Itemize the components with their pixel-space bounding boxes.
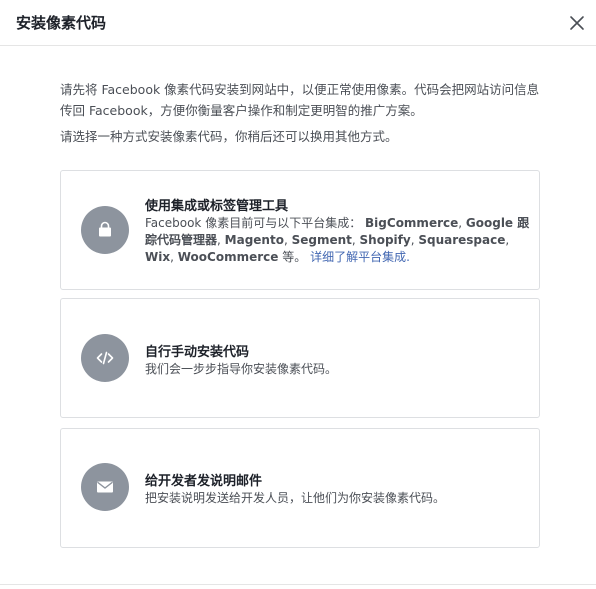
close-icon — [570, 16, 584, 30]
list-separator: , — [505, 233, 510, 247]
envelope-icon — [97, 481, 113, 493]
option-integration[interactable]: 使用集成或标签管理工具 Facebook 像素目前可与以下平台集成： BigCo… — [60, 170, 540, 290]
shopping-bag-icon — [99, 221, 111, 237]
option-icon-circle — [81, 463, 129, 511]
close-button[interactable] — [566, 12, 588, 34]
instruction-text: 请选择一种方式安装像素代码，你稍后还可以换用其他方式。 — [60, 129, 398, 144]
option-desc-prefix: Facebook 像素目前可与以下平台集成： — [145, 216, 362, 230]
option-description: Facebook 像素目前可与以下平台集成： BigCommerce, Goog… — [145, 215, 531, 266]
option-email-developer[interactable]: 给开发者发说明邮件 把安装说明发送给开发人员，让他们为你安装像素代码。 — [60, 428, 540, 548]
option-icon-circle — [81, 334, 129, 382]
option-title: 使用集成或标签管理工具 — [145, 199, 289, 214]
option-title: 自行手动安装代码 — [145, 345, 250, 360]
intro-paragraph: 请先将 Facebook 像素代码安装到网站中，以便正常使用像素。代码会把网站访… — [60, 82, 540, 118]
option-description: 把安装说明发送给开发人员，让他们为你安装像素代码。 — [145, 491, 446, 505]
option-desc-suffix: 等。 — [278, 250, 307, 264]
option-description: 我们会一步步指导你安装像素代码。 — [145, 362, 338, 376]
platform-name: BigCommerce — [365, 216, 459, 230]
platform-name: WooCommerce — [177, 250, 279, 264]
platform-name: Wix — [145, 250, 171, 264]
install-pixel-dialog: 安装像素代码 请先将 Facebook 像素代码安装到网站中，以便正常使用像素。… — [0, 0, 596, 589]
list-separator: , — [351, 233, 360, 247]
platform-name: Shopify — [359, 233, 411, 247]
platform-name: Squarespace — [418, 233, 506, 247]
list-separator: , — [170, 250, 178, 264]
option-manual-install[interactable]: 自行手动安装代码 我们会一步步指导你安装像素代码。 — [60, 298, 540, 418]
list-separator: , — [217, 233, 225, 247]
list-separator: , — [283, 233, 292, 247]
dialog-header: 安装像素代码 — [0, 0, 596, 46]
list-separator: , — [458, 216, 466, 230]
option-icon-circle — [81, 206, 129, 254]
code-icon — [96, 351, 114, 365]
footer-divider — [0, 584, 596, 585]
option-title: 给开发者发说明邮件 — [145, 474, 263, 489]
platform-name: Magento — [224, 233, 284, 247]
dialog-title: 安装像素代码 — [16, 14, 107, 32]
platform-name: Segment — [291, 233, 352, 247]
learn-more-integrations-link[interactable]: 详细了解平台集成. — [310, 250, 410, 264]
